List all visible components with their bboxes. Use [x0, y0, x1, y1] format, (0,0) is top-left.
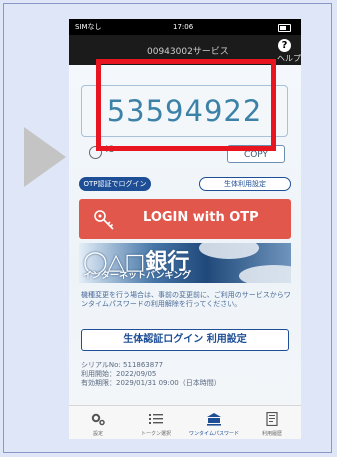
bank-banner: ◯△□銀行 インターネットバンキング: [79, 243, 291, 283]
tab-bio-settings[interactable]: 生体利用設定: [199, 177, 291, 191]
page-title: 00943002サービス: [147, 47, 229, 57]
bottom-tab-bar: 設定 トークン選択 ワンタイムパスワード 利用履歴: [69, 405, 301, 439]
tab-label: 設定: [92, 431, 103, 437]
tab-label: ワンタイムパスワード: [189, 431, 239, 437]
tab-token-select[interactable]: トークン選択: [127, 406, 185, 439]
status-bar: SIMなし 17:06: [69, 19, 301, 35]
tab-otp-login[interactable]: OTP認証でログイン: [79, 177, 151, 191]
token-info: シリアルNo: 511863877 利用開始：2022/09/05 有効期限：2…: [81, 361, 221, 388]
notice-text: 機種変更を行う場合は、事前の変更前に、ご利用のサービスからワンタイムパスワードの…: [81, 291, 291, 308]
tab-label: 利用履歴: [261, 431, 282, 437]
cloud-shape: [199, 243, 259, 259]
list-icon: [149, 414, 163, 424]
cloud-shape: [239, 265, 291, 283]
help-label[interactable]: ヘルプ: [277, 53, 301, 64]
expiry-date: 有効期限：2029/01/31 09:00（日本時間）: [81, 379, 221, 387]
help-icon[interactable]: ?: [278, 39, 291, 52]
carrier-label: SIMなし: [75, 23, 102, 31]
bank-subtitle: インターネットバンキング: [83, 271, 192, 281]
tab-usage-history[interactable]: 利用履歴: [243, 406, 301, 439]
start-date: 利用開始：2022/09/05: [81, 370, 157, 378]
tab-one-time-password[interactable]: ワンタイムパスワード: [185, 406, 243, 439]
document-icon: [266, 412, 278, 426]
login-with-otp-button[interactable]: LOGIN with OTP: [79, 199, 291, 239]
serial-number: シリアルNo: 511863877: [81, 361, 164, 369]
tab-settings[interactable]: 設定: [69, 406, 127, 439]
key-icon: [94, 210, 114, 230]
status-time: 17:06: [173, 23, 194, 31]
battery-icon: [278, 24, 291, 32]
bio-login-settings-button[interactable]: 生体認証ログイン 利用設定: [81, 329, 289, 351]
bank-icon: [207, 413, 221, 426]
highlight-box: [96, 59, 276, 151]
tab-label: トークン選択: [140, 431, 171, 437]
play-arrow-icon: [24, 127, 66, 187]
gear-icon: [91, 413, 105, 426]
login-button-label: LOGIN with OTP: [143, 210, 259, 225]
